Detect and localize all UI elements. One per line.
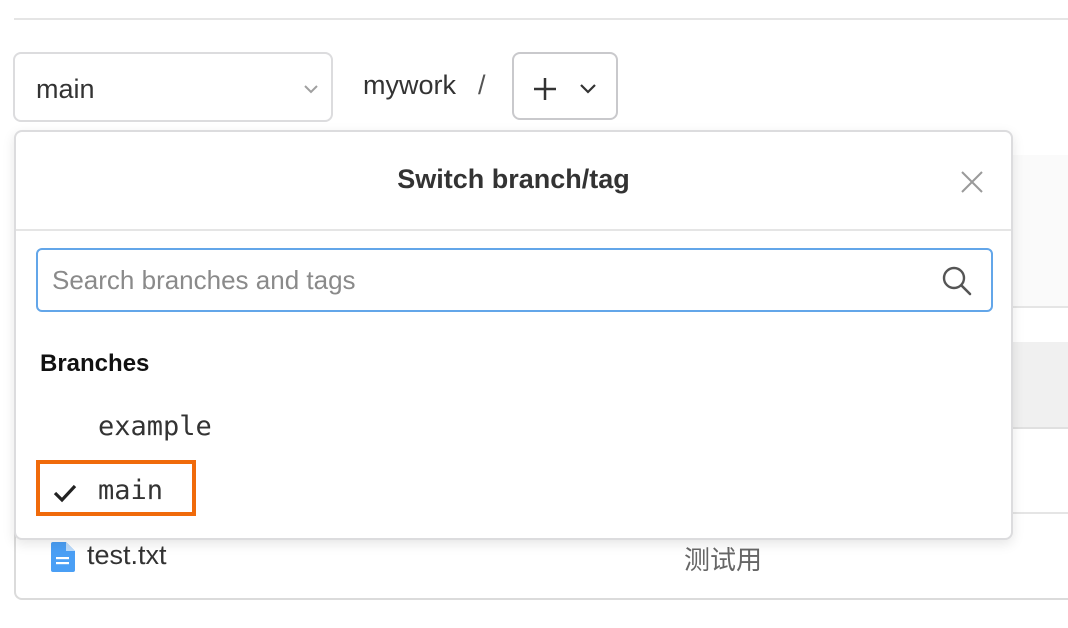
search-icon[interactable] [941,265,973,297]
dropdown-divider [16,229,1011,231]
add-file-button[interactable] [512,52,618,120]
search-input[interactable] [52,260,912,300]
file-name[interactable]: test.txt [87,540,167,571]
branch-item-label: example [98,411,212,442]
chevron-down-icon [304,85,318,94]
chevron-down-icon [580,84,596,94]
commit-message[interactable]: 测试用 [684,540,762,577]
branch-item-example[interactable]: example [16,399,1011,455]
annotation-highlight [36,460,196,516]
close-icon[interactable] [960,170,984,194]
plus-icon [534,78,556,100]
top-divider [14,18,1068,20]
branch-select[interactable]: main [13,52,333,122]
search-box [36,248,993,312]
path-separator: / [478,70,486,100]
document-icon [51,542,75,572]
repo-path-name[interactable]: mywork [363,70,456,101]
branches-section-label: Branches [40,350,150,377]
branch-select-value: main [36,74,95,104]
dropdown-title: Switch branch/tag [397,164,630,194]
